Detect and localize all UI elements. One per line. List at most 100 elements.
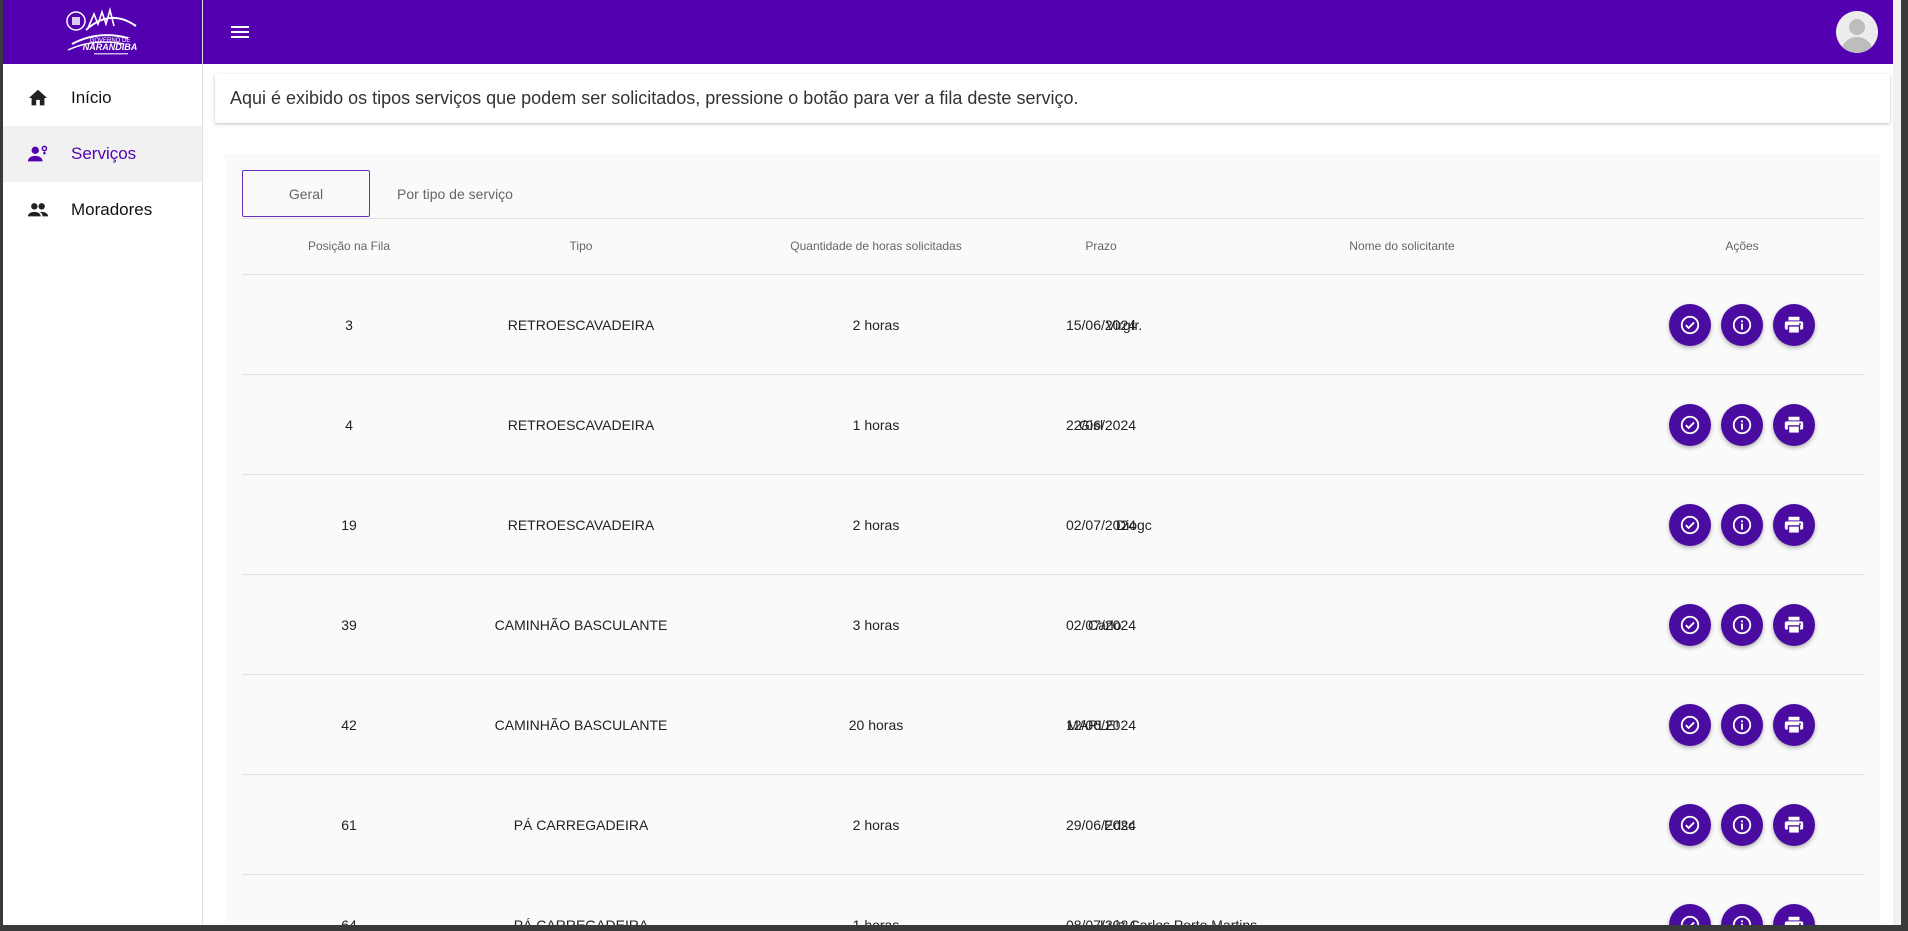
details-button[interactable] bbox=[1721, 403, 1763, 446]
cell-nome: Luiz Carlos Porto Martins bbox=[1100, 916, 1258, 926]
details-button[interactable] bbox=[1721, 303, 1763, 346]
table-row: 42 CAMINHÃO BASCULANTE 20 horas 12/06/2024 M… bbox=[242, 675, 1864, 775]
cell-nome: Virgír. bbox=[1106, 316, 1143, 333]
table-header: Posição na Fila Tipo Quantidade de horas… bbox=[242, 218, 1864, 275]
cell-nome: MARLE! bbox=[1067, 716, 1120, 733]
table-row: 61 PÁ CARREGADEIRA 2 horas 29/06/2024 Edsc bbox=[242, 775, 1864, 875]
column-header-acoes: Ações bbox=[1725, 239, 1759, 253]
approve-button[interactable] bbox=[1669, 903, 1711, 925]
cell-tipo: PÁ CARREGADEIRA bbox=[513, 816, 649, 833]
print-button[interactable] bbox=[1773, 503, 1815, 546]
print-button[interactable] bbox=[1773, 303, 1815, 346]
table-body: 3 RETROESCAVADEIRA 2 horas 15/06/2024 Virgír… bbox=[242, 275, 1864, 925]
details-button[interactable] bbox=[1721, 503, 1763, 546]
details-button[interactable] bbox=[1721, 803, 1763, 846]
cell-tipo: PÁ CARREGADEIRA bbox=[513, 916, 649, 926]
table-row: 3 RETROESCAVADEIRA 2 horas 15/06/2024 Virgír… bbox=[242, 275, 1864, 375]
info-banner: Aqui é exibido os tipos serviços que pod… bbox=[215, 74, 1890, 123]
print-icon bbox=[1783, 714, 1805, 736]
tab-geral[interactable]: Geral bbox=[242, 170, 370, 217]
sidebar-nav: Início Serviços Moradores bbox=[3, 70, 202, 238]
people-icon bbox=[25, 197, 51, 223]
row-actions bbox=[1647, 375, 1837, 474]
details-button[interactable] bbox=[1721, 703, 1763, 746]
column-header-posicao[interactable]: Posição na Fila bbox=[242, 218, 456, 274]
print-icon bbox=[1783, 414, 1805, 436]
tab-por-tipo-de-servico[interactable]: Por tipo de serviço bbox=[370, 170, 540, 217]
print-button[interactable] bbox=[1773, 803, 1815, 846]
cell-tipo: RETROESCAVADEIRA bbox=[507, 416, 655, 433]
column-header-prazo[interactable]: Prazo bbox=[1036, 218, 1166, 274]
row-actions bbox=[1647, 875, 1837, 925]
main-content: Aqui é exibido os tipos serviços que pod… bbox=[203, 64, 1901, 925]
column-header-quantidade[interactable]: Quantidade de horas solicitadas bbox=[736, 218, 1016, 274]
check-circle-icon bbox=[1679, 614, 1701, 636]
app-window: GOVERNO DE NARANDIBA Início Serviços Mor… bbox=[3, 0, 1901, 925]
check-circle-icon bbox=[1679, 714, 1701, 736]
cell-tipo: RETROESCAVADEIRA bbox=[507, 516, 655, 533]
column-header-tipo[interactable]: Tipo bbox=[456, 218, 706, 274]
cell-quantidade: 20 horas bbox=[848, 716, 904, 733]
service-person-icon bbox=[25, 141, 51, 167]
cell-quantidade: 2 horas bbox=[852, 516, 900, 533]
approve-button[interactable] bbox=[1669, 703, 1711, 746]
print-button[interactable] bbox=[1773, 603, 1815, 646]
info-banner-text: Aqui é exibido os tipos serviços que pod… bbox=[230, 88, 1079, 108]
hamburger-icon[interactable] bbox=[228, 20, 252, 44]
row-actions bbox=[1647, 775, 1837, 874]
info-icon bbox=[1731, 614, 1753, 636]
approve-button[interactable] bbox=[1669, 803, 1711, 846]
user-avatar-icon[interactable] bbox=[1836, 11, 1878, 53]
sidebar-item-inicio[interactable]: Início bbox=[3, 70, 202, 126]
svg-text:NARANDIBA: NARANDIBA bbox=[82, 42, 137, 52]
page-scrollbar[interactable] bbox=[1893, 0, 1901, 925]
approve-button[interactable] bbox=[1669, 403, 1711, 446]
narandiba-logo-icon: GOVERNO DE NARANDIBA bbox=[65, 6, 137, 55]
table-row: 19 RETROESCAVADEIRA 2 horas 02/07/2024 Diogc bbox=[242, 475, 1864, 575]
cell-posicao: 3 bbox=[345, 316, 353, 333]
queue-card: Geral Por tipo de serviço Posição na Fil… bbox=[225, 154, 1880, 925]
check-circle-icon bbox=[1679, 514, 1701, 536]
cell-quantidade: 3 horas bbox=[852, 616, 900, 633]
cell-nome: Edsc bbox=[1104, 816, 1136, 833]
info-icon bbox=[1731, 714, 1753, 736]
approve-button[interactable] bbox=[1669, 503, 1711, 546]
row-actions bbox=[1647, 475, 1837, 574]
cell-quantidade: 2 horas bbox=[852, 816, 900, 833]
approve-button[interactable] bbox=[1669, 603, 1711, 646]
column-header-nome[interactable]: Nome do solicitante bbox=[1282, 218, 1522, 274]
cell-posicao: 39 bbox=[341, 616, 357, 633]
print-button[interactable] bbox=[1773, 403, 1815, 446]
info-icon bbox=[1731, 814, 1753, 836]
cell-posicao: 4 bbox=[345, 416, 353, 433]
print-icon bbox=[1783, 614, 1805, 636]
print-button[interactable] bbox=[1773, 903, 1815, 925]
row-actions bbox=[1647, 675, 1837, 774]
sidebar-item-servicos[interactable]: Serviços bbox=[3, 126, 202, 182]
details-button[interactable] bbox=[1721, 903, 1763, 925]
cell-posicao: 19 bbox=[341, 516, 357, 533]
sidebar-item-moradores[interactable]: Moradores bbox=[3, 182, 202, 238]
cell-nome: Gisl bbox=[1079, 416, 1104, 433]
sidebar-item-label: Serviços bbox=[71, 144, 137, 163]
check-circle-icon bbox=[1679, 914, 1701, 925]
info-icon bbox=[1731, 514, 1753, 536]
table-row: 39 CAMINHÃO BASCULANTE 3 horas 02/07/2024 Ca… bbox=[242, 575, 1864, 675]
sidebar-item-label: Moradores bbox=[71, 200, 153, 219]
details-button[interactable] bbox=[1721, 603, 1763, 646]
print-button[interactable] bbox=[1773, 703, 1815, 746]
check-circle-icon bbox=[1679, 814, 1701, 836]
cell-posicao: 64 bbox=[341, 916, 357, 926]
table-row: 64 PÁ CARREGADEIRA 1 horas 08/07/2024 Luiz C… bbox=[242, 875, 1864, 925]
top-app-bar bbox=[203, 0, 1901, 64]
approve-button[interactable] bbox=[1669, 303, 1711, 346]
info-icon bbox=[1731, 414, 1753, 436]
info-icon bbox=[1731, 914, 1753, 925]
cell-tipo: CAMINHÃO BASCULANTE bbox=[494, 616, 668, 633]
print-icon bbox=[1783, 514, 1805, 536]
cell-quantidade: 2 horas bbox=[852, 316, 900, 333]
home-icon bbox=[25, 85, 51, 111]
cell-posicao: 61 bbox=[341, 816, 357, 833]
cell-quantidade: 1 horas bbox=[852, 416, 900, 433]
print-icon bbox=[1783, 814, 1805, 836]
